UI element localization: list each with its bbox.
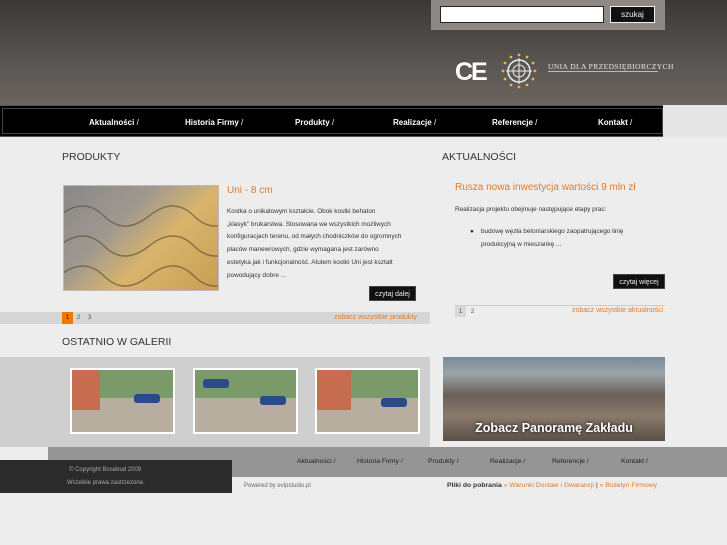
news-read-more-button[interactable]: czytaj więcej: [613, 274, 665, 289]
download-warunki-link[interactable]: Warunki Dostaw i Gwarancji: [509, 482, 594, 489]
downloads-bar: Pliki do pobrania » Warunki Dostaw i Gwa…: [447, 482, 658, 489]
panorama-label: Zobacz Panoramę Zakładu: [475, 421, 633, 435]
footer-nav-referencje[interactable]: Referencje /: [552, 458, 589, 465]
gallery-thumb-1[interactable]: [70, 368, 175, 434]
download-biuletyn-link[interactable]: Biuletyn Firmowy: [605, 482, 657, 489]
nav-end-spacer: [663, 105, 727, 137]
nav-item-realizacje[interactable]: Realizacje /: [393, 109, 436, 136]
gallery-thumb-3[interactable]: [315, 368, 420, 434]
footer-copyright-box: [0, 460, 232, 493]
union-logo-text: UNIA DLA PRZEDSIĘBIORCZYCH: [548, 62, 674, 71]
footer-nav-realizacje[interactable]: Realizacje /: [490, 458, 525, 465]
nav-item-referencje[interactable]: Referencje /: [492, 109, 537, 136]
nav-item-aktualnosci[interactable]: Aktualności /: [89, 109, 139, 136]
products-heading: PRODUKTY: [62, 151, 121, 163]
products-page-2[interactable]: 2: [73, 312, 84, 324]
nav-item-produkty[interactable]: Produkty /: [295, 109, 334, 136]
product-image[interactable]: [58, 185, 240, 291]
product-description: Kostka o unikatowym kształcie. Obok kost…: [227, 208, 402, 279]
footer-nav-historia[interactable]: Historia Firmy /: [357, 458, 403, 465]
news-heading: AKTUALNOŚCI: [442, 151, 517, 163]
news-page-2[interactable]: 2: [467, 306, 478, 317]
search-box: szukaj: [431, 0, 665, 30]
product-read-more-button[interactable]: czytaj dalej: [369, 286, 416, 301]
gallery-heading: OSTATNIO W GALERII: [62, 336, 172, 348]
news-bullet: ● budowę węzła betoniarskiego zaopatrują…: [470, 228, 624, 248]
product-title[interactable]: Uni - 8 cm: [227, 185, 273, 196]
footer-nav-kontakt[interactable]: Kontakt /: [621, 458, 648, 465]
nav-item-kontakt[interactable]: Kontakt /: [598, 109, 632, 136]
paver-pattern-icon: [58, 205, 240, 287]
ce-mark-logo: CE: [455, 58, 488, 86]
news-pager-line: [455, 305, 665, 306]
bullet-icon: ●: [470, 228, 474, 235]
panorama-banner[interactable]: Zobacz Panoramę Zakładu: [443, 357, 665, 441]
news-intro: Realizacja projektu obejmuje następujące…: [455, 206, 607, 213]
gallery-thumb-2[interactable]: [193, 368, 298, 434]
logo-divider: [548, 71, 658, 72]
footer-nav-produkty[interactable]: Produkty /: [428, 458, 459, 465]
downloads-label: Pliki do pobrania: [447, 482, 502, 489]
search-input[interactable]: [440, 6, 604, 23]
main-nav: Aktualności / Historia Firmy / Produkty …: [0, 105, 665, 137]
copyright-text: © Copyright Bosebud 2009: [69, 467, 142, 473]
products-page-1[interactable]: 1: [62, 312, 73, 324]
see-all-products-link[interactable]: zobacz wszystkie produkty: [334, 314, 417, 321]
nav-item-historia[interactable]: Historia Firmy /: [185, 109, 243, 136]
see-all-news-link[interactable]: zobacz wszystkie aktualności: [572, 307, 663, 314]
powered-by-link[interactable]: Powered by evipstudio.pl: [244, 483, 311, 489]
footer-nav-aktualnosci[interactable]: Aktualności /: [297, 458, 336, 465]
products-page-3[interactable]: 3: [84, 312, 95, 324]
news-page-1[interactable]: 1: [455, 306, 466, 317]
search-button[interactable]: szukaj: [610, 6, 655, 23]
rights-text: Wszelkie prawa zastrzeżone.: [67, 480, 145, 486]
eu-stars-icon: [501, 53, 537, 89]
news-title[interactable]: Rusza nowa inwestycja wartości 9 mln zł: [455, 182, 636, 193]
